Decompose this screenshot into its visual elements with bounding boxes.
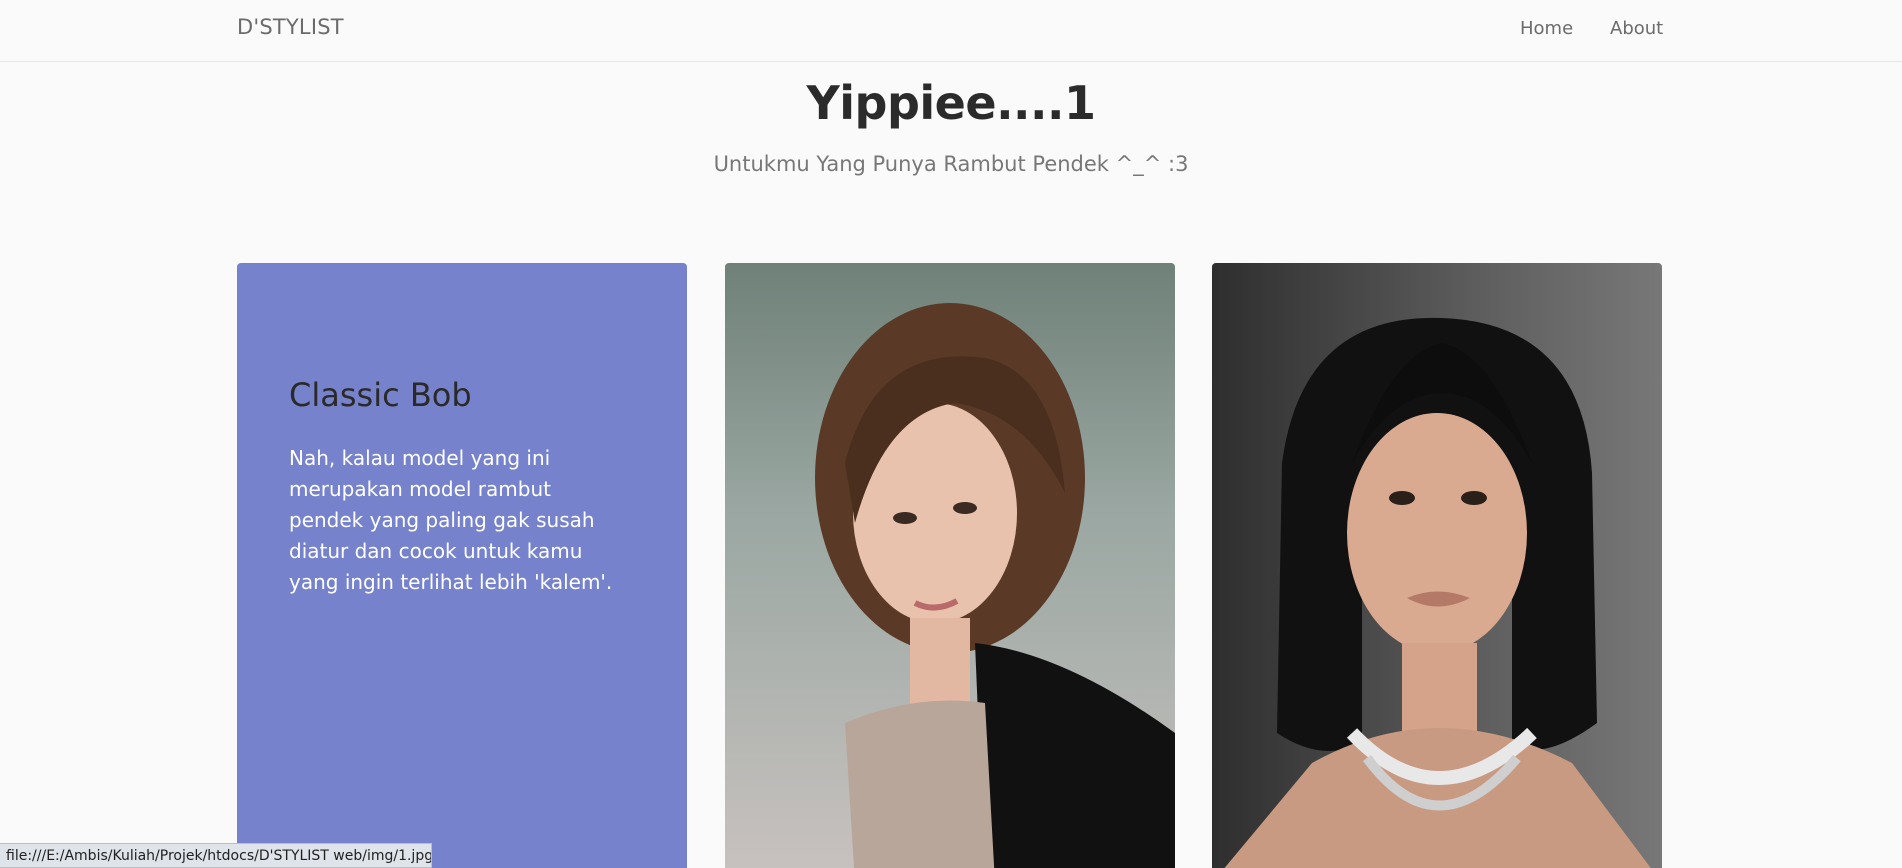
hairstyle-photo-1[interactable] [725,263,1175,868]
woman-portrait-image [1212,263,1662,868]
nav-link-home[interactable]: Home [1520,18,1573,39]
nav-link-about[interactable]: About [1610,18,1663,39]
brand-logo[interactable]: D'STYLIST [237,15,344,39]
navbar: D'STYLIST Home About [0,0,1902,62]
browser-status-bar: file:///E:/Ambis/Kuliah/Projek/htdocs/D'… [0,843,432,868]
page-subtitle: Untukmu Yang Punya Rambut Pendek ^_^ :3 [713,152,1189,176]
hairstyle-description: Nah, kalau model yang ini merupakan mode… [289,446,613,594]
hairstyle-photo-2[interactable] [1212,263,1662,868]
hairstyle-title: Classic Bob [289,376,472,414]
woman-portrait-image [815,303,1175,868]
hairstyle-info-card: Classic Bob Nah, kalau model yang ini me… [237,263,687,868]
page-title: Yippiee....1 [806,76,1096,130]
